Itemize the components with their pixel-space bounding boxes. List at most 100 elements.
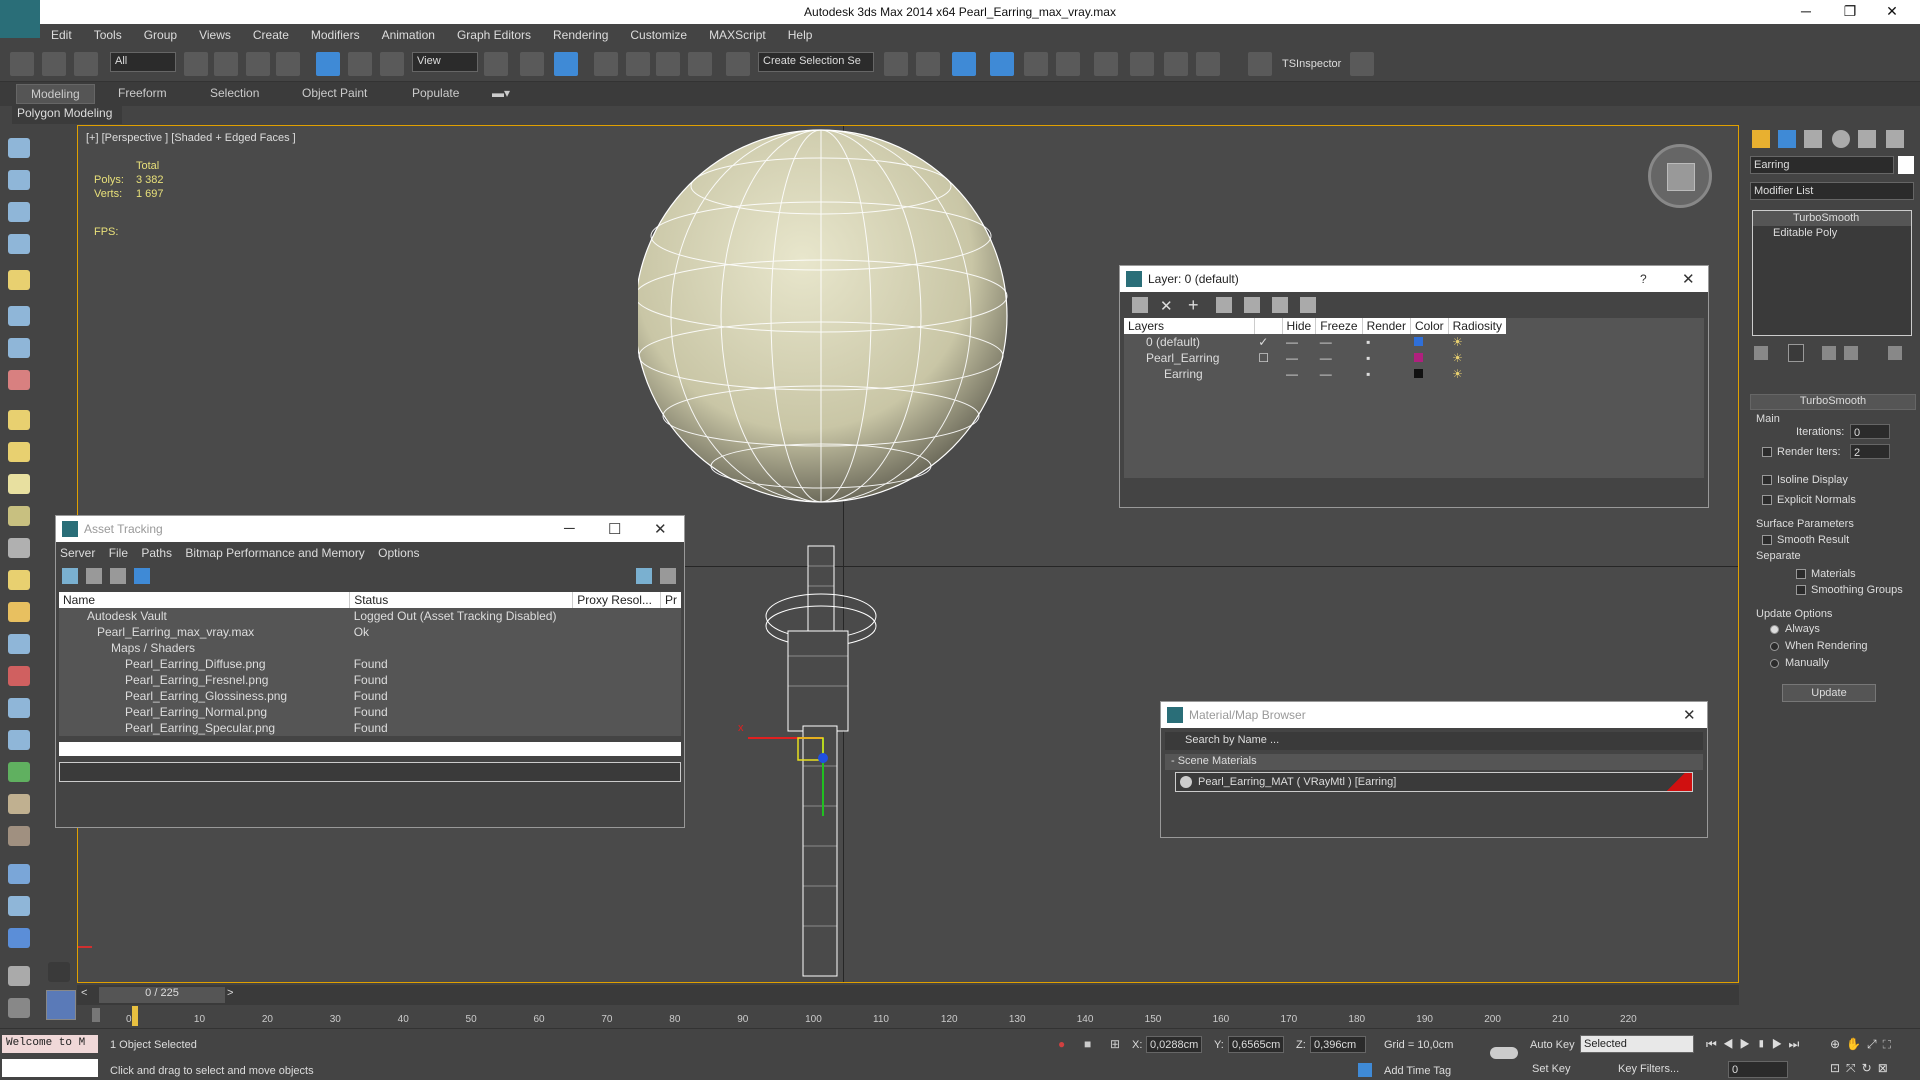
selection-lock-icon[interactable]: ■ xyxy=(1084,1037,1091,1051)
named-selection-dropdown[interactable]: Create Selection Se xyxy=(758,52,874,72)
table-row[interactable]: Pearl_Earring_Specular.png Found xyxy=(59,720,681,736)
radiosity-icon[interactable]: ☀ xyxy=(1448,350,1506,366)
toolbar-tool-4-icon[interactable] xyxy=(8,234,30,254)
table-row[interactable]: Pearl_Earring_Normal.png Found xyxy=(59,704,681,720)
tab-freeform[interactable]: Freeform xyxy=(118,86,167,100)
playback-controls[interactable]: ⏮◀▶▮▶⏭ xyxy=(1706,1037,1805,1052)
help-icon[interactable] xyxy=(8,998,30,1018)
toolbar-sun-icon[interactable] xyxy=(8,570,30,590)
link-icon[interactable] xyxy=(10,52,34,76)
select-by-name-icon[interactable] xyxy=(214,52,238,76)
gizmo-z-axis[interactable] xyxy=(818,753,828,763)
current-layer-check-icon[interactable]: ✓ xyxy=(1254,334,1282,350)
toolbar-tool-22-icon[interactable] xyxy=(8,826,30,846)
layer-row[interactable]: Earring — — ▪ ☀ xyxy=(1124,366,1506,382)
select-in-layer-icon[interactable] xyxy=(1216,297,1232,313)
layer-close-button[interactable]: ✕ xyxy=(1682,270,1695,288)
render-toggle-icon[interactable]: ▪ xyxy=(1362,366,1410,382)
bind-spacewarp-icon[interactable] xyxy=(74,52,98,76)
freeze-toggle[interactable]: — xyxy=(1316,366,1362,382)
rendered-frame-window-icon[interactable] xyxy=(1164,52,1188,76)
layer-col-color[interactable]: Color xyxy=(1409,318,1449,334)
col-status[interactable]: Status xyxy=(349,592,573,608)
tab-modeling[interactable]: Modeling xyxy=(16,84,95,104)
explicit-normals-toggle[interactable]: Explicit Normals xyxy=(1762,494,1856,506)
menu-customize[interactable]: Customize xyxy=(619,24,698,46)
stack-item-turbosmooth[interactable]: TurboSmooth xyxy=(1753,211,1911,226)
toolbar-tool-19-icon[interactable] xyxy=(8,730,30,750)
snaps-toggle-icon[interactable] xyxy=(594,52,618,76)
isoline-display-toggle[interactable]: Isoline Display xyxy=(1762,474,1848,486)
track-bar-ruler[interactable]: 0 10 20 30 40 50 60 70 80 90 100 110 120 130 140 150 160… xyxy=(100,1006,1700,1028)
viewport-label[interactable]: [+] [Perspective ] [Shaded + Edged Faces… xyxy=(86,132,296,144)
highlight-selected-icon[interactable] xyxy=(1244,297,1260,313)
material-browser-titlebar[interactable]: Material/Map Browser ✕ xyxy=(1161,702,1707,728)
layer-color-swatch[interactable] xyxy=(1414,353,1424,362)
material-browser-close-button[interactable]: ✕ xyxy=(1683,706,1696,724)
tab-object-paint[interactable]: Object Paint xyxy=(302,86,367,100)
asset-settings-icon[interactable] xyxy=(660,568,676,584)
horizontal-scrollbar[interactable] xyxy=(59,742,681,756)
toolbar-tool-13-icon[interactable] xyxy=(8,538,30,558)
display-tab-icon[interactable] xyxy=(1858,130,1876,148)
asset-menu-server[interactable]: Server xyxy=(60,546,95,560)
time-slider-thumb[interactable]: 0 / 225 xyxy=(99,987,225,1003)
ribbon-options-icon[interactable]: ▬▾ xyxy=(492,86,510,100)
menu-tools[interactable]: Tools xyxy=(83,24,133,46)
show-end-result-icon[interactable] xyxy=(1788,344,1804,362)
asset-menu-paths[interactable]: Paths xyxy=(141,546,172,560)
isolate-selection-icon[interactable]: ● xyxy=(1058,1037,1065,1051)
smoothing-groups-checkbox[interactable] xyxy=(1796,585,1806,596)
layer-color-swatch[interactable] xyxy=(1414,337,1424,346)
close-button[interactable]: ✕ xyxy=(1872,3,1912,20)
layer-color-swatch[interactable] xyxy=(1414,369,1424,378)
rectangle-selection-icon[interactable] xyxy=(246,52,270,76)
time-tag-icon[interactable] xyxy=(1358,1063,1372,1077)
menu-create[interactable]: Create xyxy=(242,24,300,46)
motion-tab-icon[interactable] xyxy=(1832,130,1850,148)
material-item[interactable]: Pearl_Earring_MAT ( VRayMtl ) [Earring] xyxy=(1175,772,1693,792)
plugin-icon[interactable] xyxy=(1350,52,1374,76)
viewcube-face[interactable] xyxy=(1667,163,1695,191)
turbosmooth-rollout-header[interactable]: TurboSmooth xyxy=(1750,394,1916,410)
toolbar-tool-11-icon[interactable] xyxy=(8,474,30,494)
hide-toggle[interactable]: — xyxy=(1282,350,1316,366)
menu-rendering[interactable]: Rendering xyxy=(542,24,619,46)
thumbnail-view-icon[interactable] xyxy=(110,568,126,584)
angle-snap-icon[interactable] xyxy=(626,52,650,76)
time-slider[interactable]: < 0 / 225 > xyxy=(77,985,1739,1005)
key-icon[interactable] xyxy=(1490,1047,1518,1059)
hierarchy-tab-icon[interactable] xyxy=(1804,130,1822,148)
asset-tracking-titlebar[interactable]: Asset Tracking ─ ☐ ✕ xyxy=(56,516,684,542)
freeze-all-icon[interactable] xyxy=(1300,297,1316,313)
layer-manager-icon[interactable] xyxy=(952,52,976,76)
render-production-icon[interactable] xyxy=(1196,52,1220,76)
spinner-snap-icon[interactable] xyxy=(688,52,712,76)
current-layer-box-icon[interactable]: ☐ xyxy=(1254,350,1282,366)
utilities-tab-icon[interactable] xyxy=(1886,130,1904,148)
asset-close-button[interactable]: ✕ xyxy=(654,520,667,538)
asset-menu-file[interactable]: File xyxy=(109,546,128,560)
materials-toggle[interactable]: Materials xyxy=(1796,568,1856,580)
smooth-result-checkbox[interactable] xyxy=(1762,535,1772,546)
menu-maxscript[interactable]: MAXScript xyxy=(698,24,777,46)
x-coord-field[interactable]: 0,0288cm xyxy=(1146,1036,1202,1053)
toolbar-tool-7-icon[interactable] xyxy=(8,338,30,358)
smooth-result-toggle[interactable]: Smooth Result xyxy=(1762,534,1849,546)
maximize-button[interactable]: ❐ xyxy=(1830,3,1870,20)
select-and-move-icon[interactable] xyxy=(316,52,340,76)
create-tab-icon[interactable] xyxy=(1752,130,1770,148)
tsinspector-icon[interactable] xyxy=(1248,52,1272,76)
z-coord-field[interactable]: 0,396cm xyxy=(1310,1036,1366,1053)
current-frame-field[interactable]: 0 xyxy=(1728,1061,1788,1078)
configure-modifier-sets-icon[interactable] xyxy=(1888,346,1902,360)
toolbar-light-icon[interactable] xyxy=(8,270,30,290)
layer-col-current[interactable] xyxy=(1253,318,1283,334)
when-rendering-radio-circle[interactable] xyxy=(1770,641,1779,651)
toolbar-tool-6-icon[interactable] xyxy=(8,306,30,326)
layer-row[interactable]: 0 (default) ✓ — — ▪ ☀ xyxy=(1124,334,1506,350)
key-filters-button[interactable]: Key Filters... xyxy=(1618,1063,1679,1075)
modify-tab-icon[interactable] xyxy=(1778,130,1796,148)
render-toggle-icon[interactable]: ▪ xyxy=(1362,350,1410,366)
freeze-toggle[interactable]: — xyxy=(1316,350,1362,366)
